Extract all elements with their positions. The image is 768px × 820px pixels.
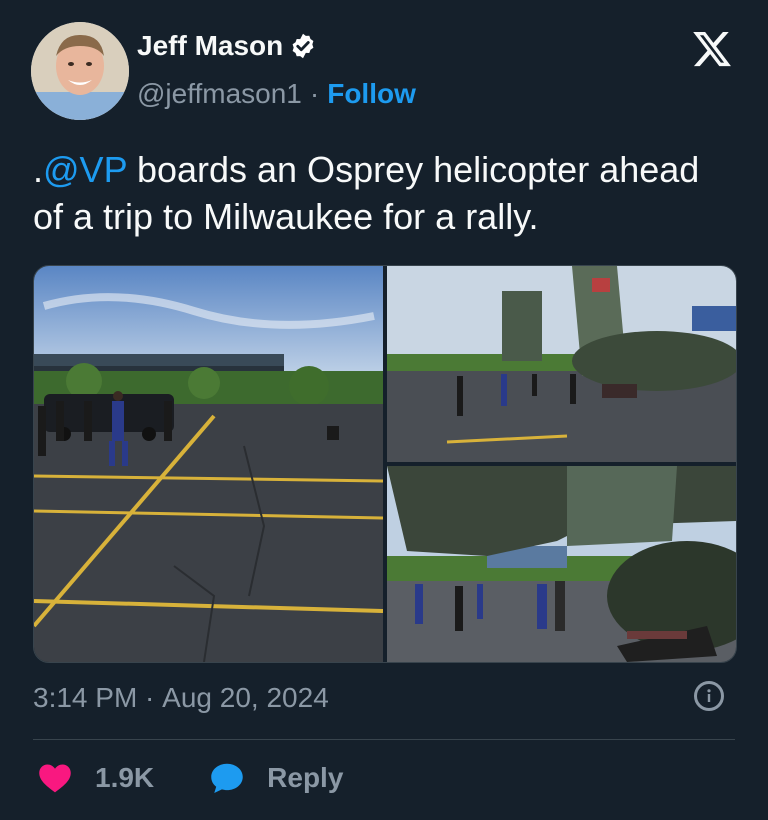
follow-button[interactable]: Follow xyxy=(327,78,416,110)
info-glyph xyxy=(707,689,711,702)
photo-2[interactable] xyxy=(387,266,736,462)
action-bar: 1.9K Reply xyxy=(37,760,343,796)
x-logo-icon[interactable] xyxy=(690,28,734,70)
separator-dot: · xyxy=(309,78,320,109)
mention-link[interactable]: @VP xyxy=(43,149,127,190)
author-row: Jeff Mason xyxy=(137,30,317,62)
parking-lot-photo xyxy=(34,266,383,662)
avatar-image xyxy=(31,22,129,120)
photo-1[interactable] xyxy=(34,266,383,662)
reply-button[interactable]: Reply xyxy=(267,762,343,794)
timestamp[interactable]: 3:14 PM · Aug 20, 2024 xyxy=(33,682,329,714)
author-handle[interactable]: @jeffmason1 xyxy=(137,78,302,110)
divider xyxy=(33,739,735,740)
heart-icon[interactable] xyxy=(37,760,73,796)
tweet-text: .@VP boards an Osprey helicopter ahead o… xyxy=(33,146,733,240)
tweet-body: boards an Osprey helicopter ahead of a t… xyxy=(33,149,700,237)
tweet-prefix: . xyxy=(33,149,44,190)
tweet-time: 3:14 PM xyxy=(33,682,138,713)
reply-icon[interactable] xyxy=(208,760,246,796)
osprey-approach-photo xyxy=(387,266,736,462)
photo-3[interactable] xyxy=(387,466,736,662)
media-grid xyxy=(33,265,737,663)
timestamp-separator: · xyxy=(137,682,163,713)
avatar[interactable] xyxy=(31,22,129,120)
like-count[interactable]: 1.9K xyxy=(95,762,154,794)
osprey-boarding-photo xyxy=(387,466,736,662)
tweet-date: Aug 20, 2024 xyxy=(162,682,329,713)
author-name[interactable]: Jeff Mason xyxy=(137,30,283,62)
verified-icon xyxy=(292,33,314,59)
handle-row: @jeffmason1 · Follow xyxy=(137,78,416,110)
info-icon[interactable] xyxy=(694,681,724,711)
